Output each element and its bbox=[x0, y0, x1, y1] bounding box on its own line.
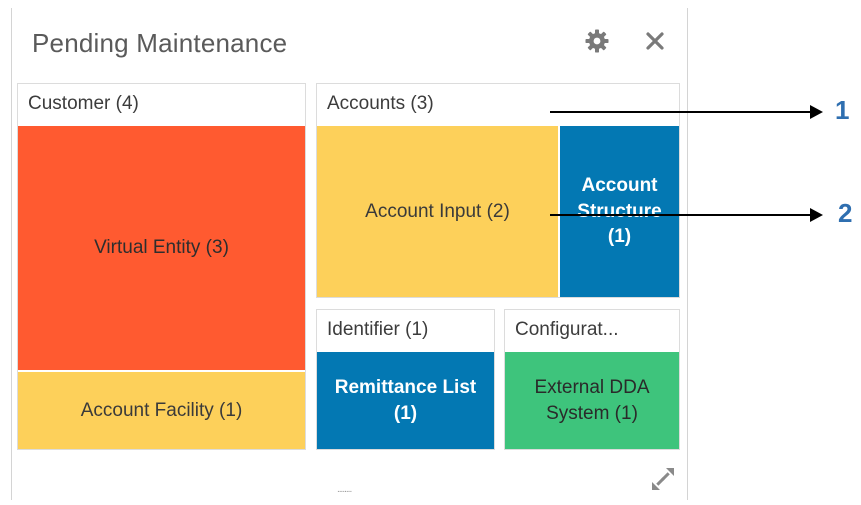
tile-virtual-entity-label: Virtual Entity (3) bbox=[94, 237, 229, 259]
tile-remittance-list-line1: Remittance List bbox=[334, 376, 477, 398]
tile-external-dda-system-text: External DDA System (1) bbox=[534, 375, 649, 426]
tile-external-dda-line1: External DDA bbox=[534, 376, 650, 398]
close-icon[interactable] bbox=[640, 26, 670, 56]
group-identifier-header[interactable]: Identifier (1) bbox=[317, 310, 494, 350]
group-customer-header[interactable]: Customer (4) bbox=[18, 84, 305, 124]
expand-icon[interactable] bbox=[650, 466, 676, 492]
callout-number-1: 1 bbox=[835, 95, 850, 125]
pending-maintenance-widget: Pending Maintenance Customer (4) Virtual… bbox=[11, 8, 688, 500]
group-customer: Customer (4) Virtual Entity (3) Account … bbox=[17, 83, 306, 450]
callout-arrow-2-line bbox=[550, 214, 812, 216]
tile-account-structure-line2: Structure bbox=[577, 200, 662, 222]
tile-account-input-label: Account Input (2) bbox=[365, 200, 510, 222]
tile-external-dda-system[interactable]: External DDA System (1) bbox=[505, 352, 679, 449]
group-configuration-header[interactable]: Configurat... bbox=[505, 310, 679, 350]
group-configuration: Configurat... External DDA System (1) bbox=[504, 309, 680, 450]
tile-remittance-list-text: Remittance List (1) bbox=[335, 375, 476, 426]
tile-remittance-list-count: (1) bbox=[393, 402, 418, 424]
callout-number-2: 2 bbox=[838, 198, 853, 228]
callout-arrow-1-head bbox=[810, 105, 823, 119]
tile-account-input[interactable]: Account Input (2) bbox=[317, 126, 558, 297]
gear-icon-graphic bbox=[585, 29, 609, 53]
callout-arrow-1-line bbox=[550, 111, 812, 113]
group-accounts: Accounts (3) Account Input (2) Account S… bbox=[316, 83, 680, 298]
tile-remittance-list[interactable]: Remittance List (1) bbox=[317, 352, 494, 449]
tile-account-structure-text: Account Structure (1) bbox=[577, 173, 661, 250]
gear-icon[interactable] bbox=[582, 26, 612, 56]
tile-account-facility[interactable]: Account Facility (1) bbox=[18, 372, 305, 449]
tile-virtual-entity[interactable]: Virtual Entity (3) bbox=[18, 126, 305, 370]
callout-arrow-2-head bbox=[810, 208, 823, 222]
screenshot-stage: Pending Maintenance Customer (4) Virtual… bbox=[0, 0, 861, 505]
expand-icon-graphic bbox=[652, 468, 674, 490]
tile-account-facility-label: Account Facility (1) bbox=[80, 399, 243, 421]
widget-title: Pending Maintenance bbox=[32, 28, 288, 58]
group-identifier: Identifier (1) Remittance List (1) bbox=[316, 309, 495, 450]
tile-external-dda-line2: System (1) bbox=[546, 402, 638, 424]
close-icon-graphic bbox=[646, 32, 664, 50]
tile-account-structure-count: (1) bbox=[607, 226, 632, 248]
tile-account-structure[interactable]: Account Structure (1) bbox=[560, 126, 679, 297]
tile-account-structure-line1: Account bbox=[581, 175, 658, 197]
group-accounts-header[interactable]: Accounts (3) bbox=[317, 84, 679, 124]
resize-handle[interactable]: ........ bbox=[337, 484, 352, 495]
